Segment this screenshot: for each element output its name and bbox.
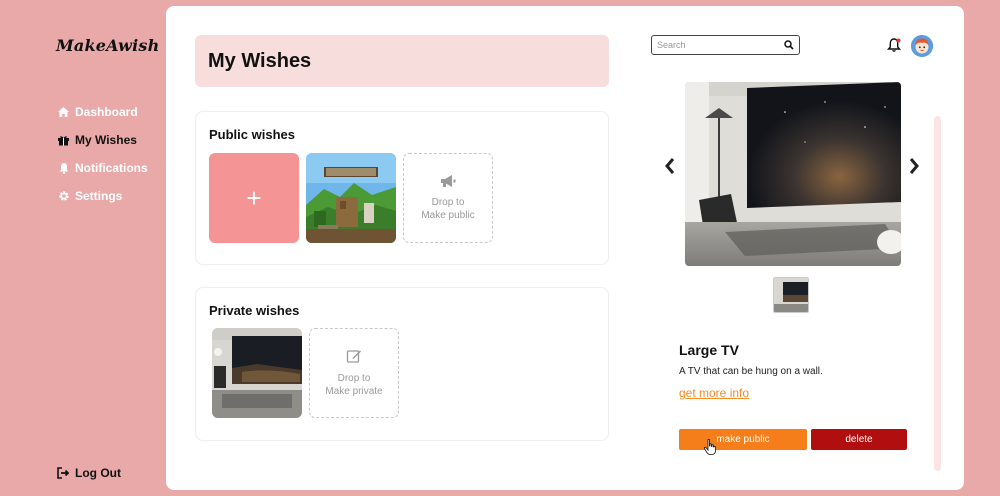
gear-icon	[57, 190, 70, 203]
private-wishes-title: Private wishes	[209, 303, 300, 318]
sidebar-item-my-wishes[interactable]: My Wishes	[57, 126, 148, 154]
gift-icon	[57, 134, 70, 147]
drop-zone-text-1: Drop to	[337, 373, 371, 384]
wish-main-image	[685, 82, 901, 266]
drop-zone-text-2: Make public	[421, 210, 475, 221]
sidebar-item-label: Dashboard	[75, 105, 138, 119]
carousel-thumbnail[interactable]	[773, 277, 809, 313]
make-public-button[interactable]: make public	[679, 429, 807, 450]
logout-button[interactable]: Log Out	[57, 466, 121, 480]
sidebar-item-label: Notifications	[75, 161, 148, 175]
tv-image	[212, 328, 302, 418]
app-logo[interactable]: MakeAwish	[56, 36, 159, 55]
delete-button[interactable]: delete	[811, 429, 907, 450]
add-wish-button[interactable]: +	[209, 153, 299, 243]
wish-name: Large TV	[679, 342, 739, 358]
tv-room-image	[685, 82, 901, 266]
page-title-bar: My Wishes	[195, 35, 609, 87]
search-input[interactable]	[657, 40, 777, 50]
sidebar-item-settings[interactable]: Settings	[57, 182, 148, 210]
search-icon[interactable]	[784, 40, 794, 50]
chevron-left-icon	[665, 158, 675, 174]
wish-thumbnail-tv[interactable]	[212, 328, 302, 418]
get-more-info-link[interactable]: get more info	[679, 386, 749, 400]
sidebar-item-notifications[interactable]: Notifications	[57, 154, 148, 182]
wish-description: A TV that can be hung on a wall.	[679, 366, 823, 377]
user-avatar[interactable]	[911, 35, 933, 57]
home-icon	[57, 106, 70, 119]
avatar-icon	[911, 35, 933, 57]
chevron-right-icon	[909, 158, 919, 174]
main-panel: My Wishes Public wishes + Drop to Make p…	[166, 6, 964, 490]
drop-zone-text-1: Drop to	[431, 197, 465, 208]
megaphone-icon	[439, 174, 457, 192]
private-wishes-card: Private wishes Drop to Make private	[195, 287, 609, 441]
public-wishes-card: Public wishes + Drop to Make public	[195, 111, 609, 265]
edit-icon	[346, 348, 362, 368]
tv-thumbnail-image	[774, 278, 808, 312]
bell-icon	[57, 162, 70, 175]
public-wishes-title: Public wishes	[209, 127, 295, 142]
page-title: My Wishes	[208, 49, 312, 72]
hand-cursor-icon	[703, 438, 716, 460]
drop-zone-make-public[interactable]: Drop to Make public	[403, 153, 493, 243]
scrollbar-track[interactable]	[934, 116, 941, 471]
wish-thumbnail-minecraft[interactable]	[306, 153, 396, 243]
carousel-prev-button[interactable]	[663, 156, 677, 176]
sidebar-item-label: My Wishes	[75, 133, 137, 147]
notification-bell-icon[interactable]	[886, 37, 902, 53]
sidebar-item-dashboard[interactable]: Dashboard	[57, 98, 148, 126]
sidebar-item-label: Settings	[75, 189, 123, 203]
carousel-next-button[interactable]	[907, 156, 921, 176]
search-bar	[651, 35, 800, 55]
logout-icon	[57, 467, 70, 480]
drop-zone-text-2: Make private	[325, 386, 383, 397]
plus-icon: +	[246, 182, 262, 213]
sidebar-nav: Dashboard My Wishes Notifications Settin…	[57, 98, 148, 210]
drop-zone-make-private[interactable]: Drop to Make private	[309, 328, 399, 418]
logout-label: Log Out	[75, 466, 121, 480]
minecraft-image	[306, 153, 396, 243]
